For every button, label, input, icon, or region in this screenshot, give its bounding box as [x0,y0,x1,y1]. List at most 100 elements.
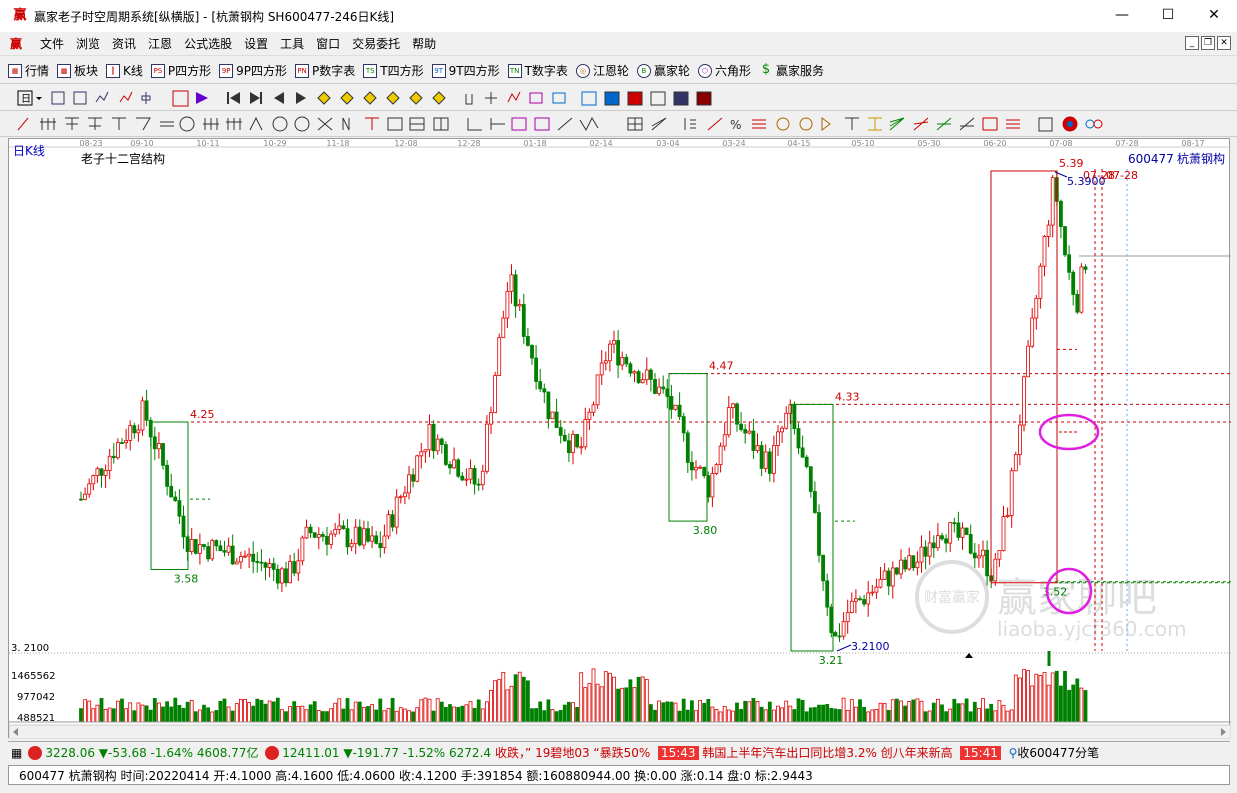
toolbar-winner-wheel-button[interactable]: B 赢家轮 [636,62,690,79]
box-low-label: 3.21 [819,654,844,667]
volume-bar [386,708,391,723]
candle-body [858,598,862,601]
menu-help[interactable]: 帮助 [412,35,436,52]
menu-formula[interactable]: 公式选股 [184,35,232,52]
candle-body [366,528,370,542]
volume-bar [161,706,165,723]
volume-bar [657,700,661,723]
candle-body [189,539,194,552]
menu-info[interactable]: 资讯 [112,35,136,52]
dollar-icon: $ [761,61,771,77]
menu-trade[interactable]: 交易委托 [352,35,400,52]
mdi-close-button[interactable]: ✕ [1217,36,1231,50]
toolbar-9t-square-button[interactable]: 9T 9T四方形 [431,62,500,79]
volume-bar [79,708,83,723]
date-tick: 01-18 [523,139,546,148]
candlesticks [79,171,1088,642]
volume-bar [1046,684,1051,723]
menu-file[interactable]: 文件 [40,35,64,52]
ticker-grid-icon[interactable]: ▦ [11,746,22,760]
news-time-2: 15:41 [960,745,1001,760]
low-price-marker: 3.2100 [851,640,890,653]
candle-body [562,434,567,442]
volume-bar [300,705,305,723]
candle-body [665,388,670,397]
navigation-icons[interactable] [227,92,306,104]
menu-gann[interactable]: 江恩 [148,35,172,52]
volume-bar [542,710,547,723]
toolbar-9p-square-button[interactable]: 9P 9P四方形 [219,62,287,79]
volume-bar [398,707,403,723]
toolbar-sector-button[interactable]: ▩ 板块 [57,62,98,79]
date-tick: 08-17 [1181,139,1204,148]
candle-body [632,371,637,374]
candle-body [341,525,346,530]
volume-bar [263,703,268,723]
volume-bar [821,704,825,723]
box-low-label: 3.58 [174,573,199,586]
candle-body [862,599,866,605]
candle-body [407,474,411,494]
toolbar-gann-wheel-button[interactable]: ◎ 江恩轮 [575,62,629,79]
volume-bar [423,697,428,723]
candle-body [870,591,875,594]
candle-body [550,411,555,420]
news-item-1[interactable]: 收跌，” 19碧地03 “暴跌50% [495,744,650,761]
period-dropdown-icon[interactable]: 日 [17,90,42,106]
candle-body [489,412,493,425]
candle-body [288,561,293,584]
menu-tools[interactable]: 工具 [280,35,304,52]
toolbar-t-square-button[interactable]: TS T四方形 [363,62,424,79]
zoom-toolbar-icons[interactable] [51,90,208,107]
volume-bar [1063,670,1067,723]
toolbar-service-button[interactable]: $ 赢家服务 [759,62,824,79]
volume-bar [83,699,87,723]
menu-browse[interactable]: 浏览 [76,35,100,52]
candle-body [337,525,342,530]
mdi-minimize-button[interactable]: _ [1185,36,1199,50]
candle-body [411,474,416,482]
volume-bar [165,701,170,723]
candle-body [755,445,760,451]
volume-bar [845,709,850,723]
volume-bar [202,704,206,723]
candle-body [1075,293,1080,313]
menu-window[interactable]: 窗口 [316,35,340,52]
kline-chart-panel[interactable]: 08-23 09-10 10-11 10-29 11-18 12-08 12-28 01-18… [8,138,1232,740]
candle-body [501,317,506,339]
volume-bar [476,699,481,723]
toolbar-kline-button[interactable]: ┃ K线 [106,62,143,79]
h-scrollbar[interactable] [8,724,1232,740]
toolbar-p-square-button[interactable]: PS P四方形 [150,62,211,79]
volume-bar [411,711,416,723]
toolbar-hexagon-button[interactable]: ⬡ 六角形 [697,62,751,79]
mdi-restore-button[interactable]: ❐ [1201,36,1215,50]
candle-body [226,545,231,553]
toolbar3-icons[interactable]: % [0,112,1237,137]
volume-bar [599,686,604,723]
menu-settings[interactable]: 设置 [244,35,268,52]
volume-bar [1005,710,1010,723]
volume-bar [210,711,215,723]
kline-chart[interactable]: 08-23 09-10 10-11 10-29 11-18 12-08 12-28 01-18… [8,139,1232,740]
volume-bar [116,700,120,723]
toolbar-t-number-button[interactable]: TN T数字表 [507,62,568,79]
news-item-2[interactable]: 韩国上半年汽车出口同比增3.2% 创八年来新高 [702,744,952,761]
close-button[interactable]: ✕ [1191,0,1237,30]
toolbar-p-number-button[interactable]: PN P数字表 [295,62,355,79]
maximize-button[interactable]: ☐ [1145,0,1191,30]
toolbar-quotes-button[interactable]: ▦ 行情 [8,62,49,79]
candle-body [837,635,842,638]
candle-body [79,498,83,501]
candle-body [546,391,551,420]
candle-body [776,431,780,446]
diamond-icons[interactable] [317,91,446,105]
cursor-tools-icons[interactable] [465,91,712,106]
period-label[interactable]: 日K线 [13,144,45,158]
candle-body [907,555,912,570]
minimize-button[interactable]: — [1099,0,1145,30]
candle-body [263,562,268,568]
candle-body [1005,514,1010,517]
candle-body [653,379,657,394]
candle-body [345,528,350,548]
